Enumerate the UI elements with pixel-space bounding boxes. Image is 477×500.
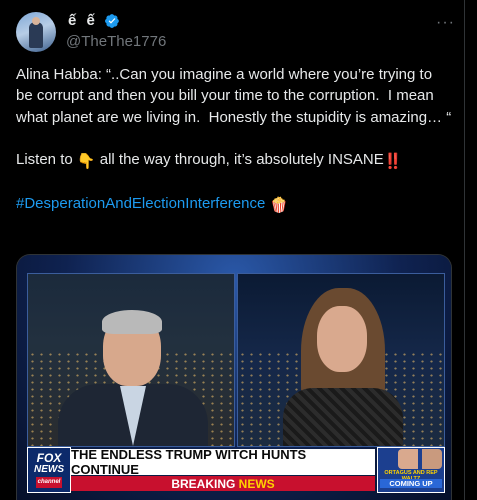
logo-fox-text: FOX (36, 450, 62, 465)
promo-faces (398, 449, 442, 469)
fox-news-logo: FOX NEWS channel (27, 447, 71, 493)
tweet-text: Alina Habba: “..Can you imagine a world … (16, 64, 452, 216)
hashtag-link[interactable]: #DesperationAndElectionInterference (16, 195, 265, 212)
text-segment: Listen to (16, 150, 77, 168)
author-row: ế ế (68, 12, 120, 29)
handle[interactable]: @TheThe1776 (66, 33, 166, 50)
headline-bar: THE ENDLESS TRUMP WITCH HUNTS CONTINUE (71, 447, 375, 477)
video-thumbnail[interactable]: FOX NEWS channel THE ENDLESS TRUMP WITCH… (16, 254, 452, 500)
logo-channel-text: channel (35, 476, 63, 488)
breaking-news-bar: BREAKING NEWS (71, 476, 375, 491)
video-panel-host (27, 273, 235, 447)
tweet-paragraph-2: Listen to 👇 all the way through, it’s ab… (16, 149, 452, 172)
chyron-headline: THE ENDLESS TRUMP WITCH HUNTS CONTINUE (71, 447, 307, 477)
double-exclamation-emoji-icon: ‼️ (383, 152, 403, 170)
tweet-paragraph-1: Alina Habba: “..Can you imagine a world … (16, 66, 452, 126)
verified-badge-icon (104, 13, 119, 28)
avatar[interactable] (16, 12, 56, 52)
promo-coming-up: COMING UP (380, 479, 442, 488)
more-options-icon[interactable]: ··· (436, 14, 455, 32)
breaking-news-label: BREAKING NEWS (171, 476, 275, 491)
host-figure (58, 310, 208, 446)
popcorn-emoji-icon: 🍿 (269, 197, 289, 215)
logo-news-text: NEWS (34, 463, 64, 475)
coming-up-promo: ORTAGUS AND REP WALTZ COMING UP (377, 447, 445, 493)
text-segment: all the way through, it’s absolutely INS… (95, 150, 384, 168)
guest-figure (283, 288, 403, 446)
tweet: ế ế @TheThe1776 ··· Alina Habba: “..Can … (0, 0, 465, 500)
video-panel-guest (237, 273, 445, 447)
news-lower-third: FOX NEWS channel THE ENDLESS TRUMP WITCH… (27, 445, 445, 500)
pointing-down-emoji-icon: 👇 (76, 152, 96, 170)
tweet-paragraph-3: #DesperationAndElectionInterference 🍿 (16, 193, 452, 216)
avatar-head (32, 17, 40, 25)
display-name[interactable]: ế ế (68, 12, 98, 29)
avatar-figure (29, 22, 43, 48)
